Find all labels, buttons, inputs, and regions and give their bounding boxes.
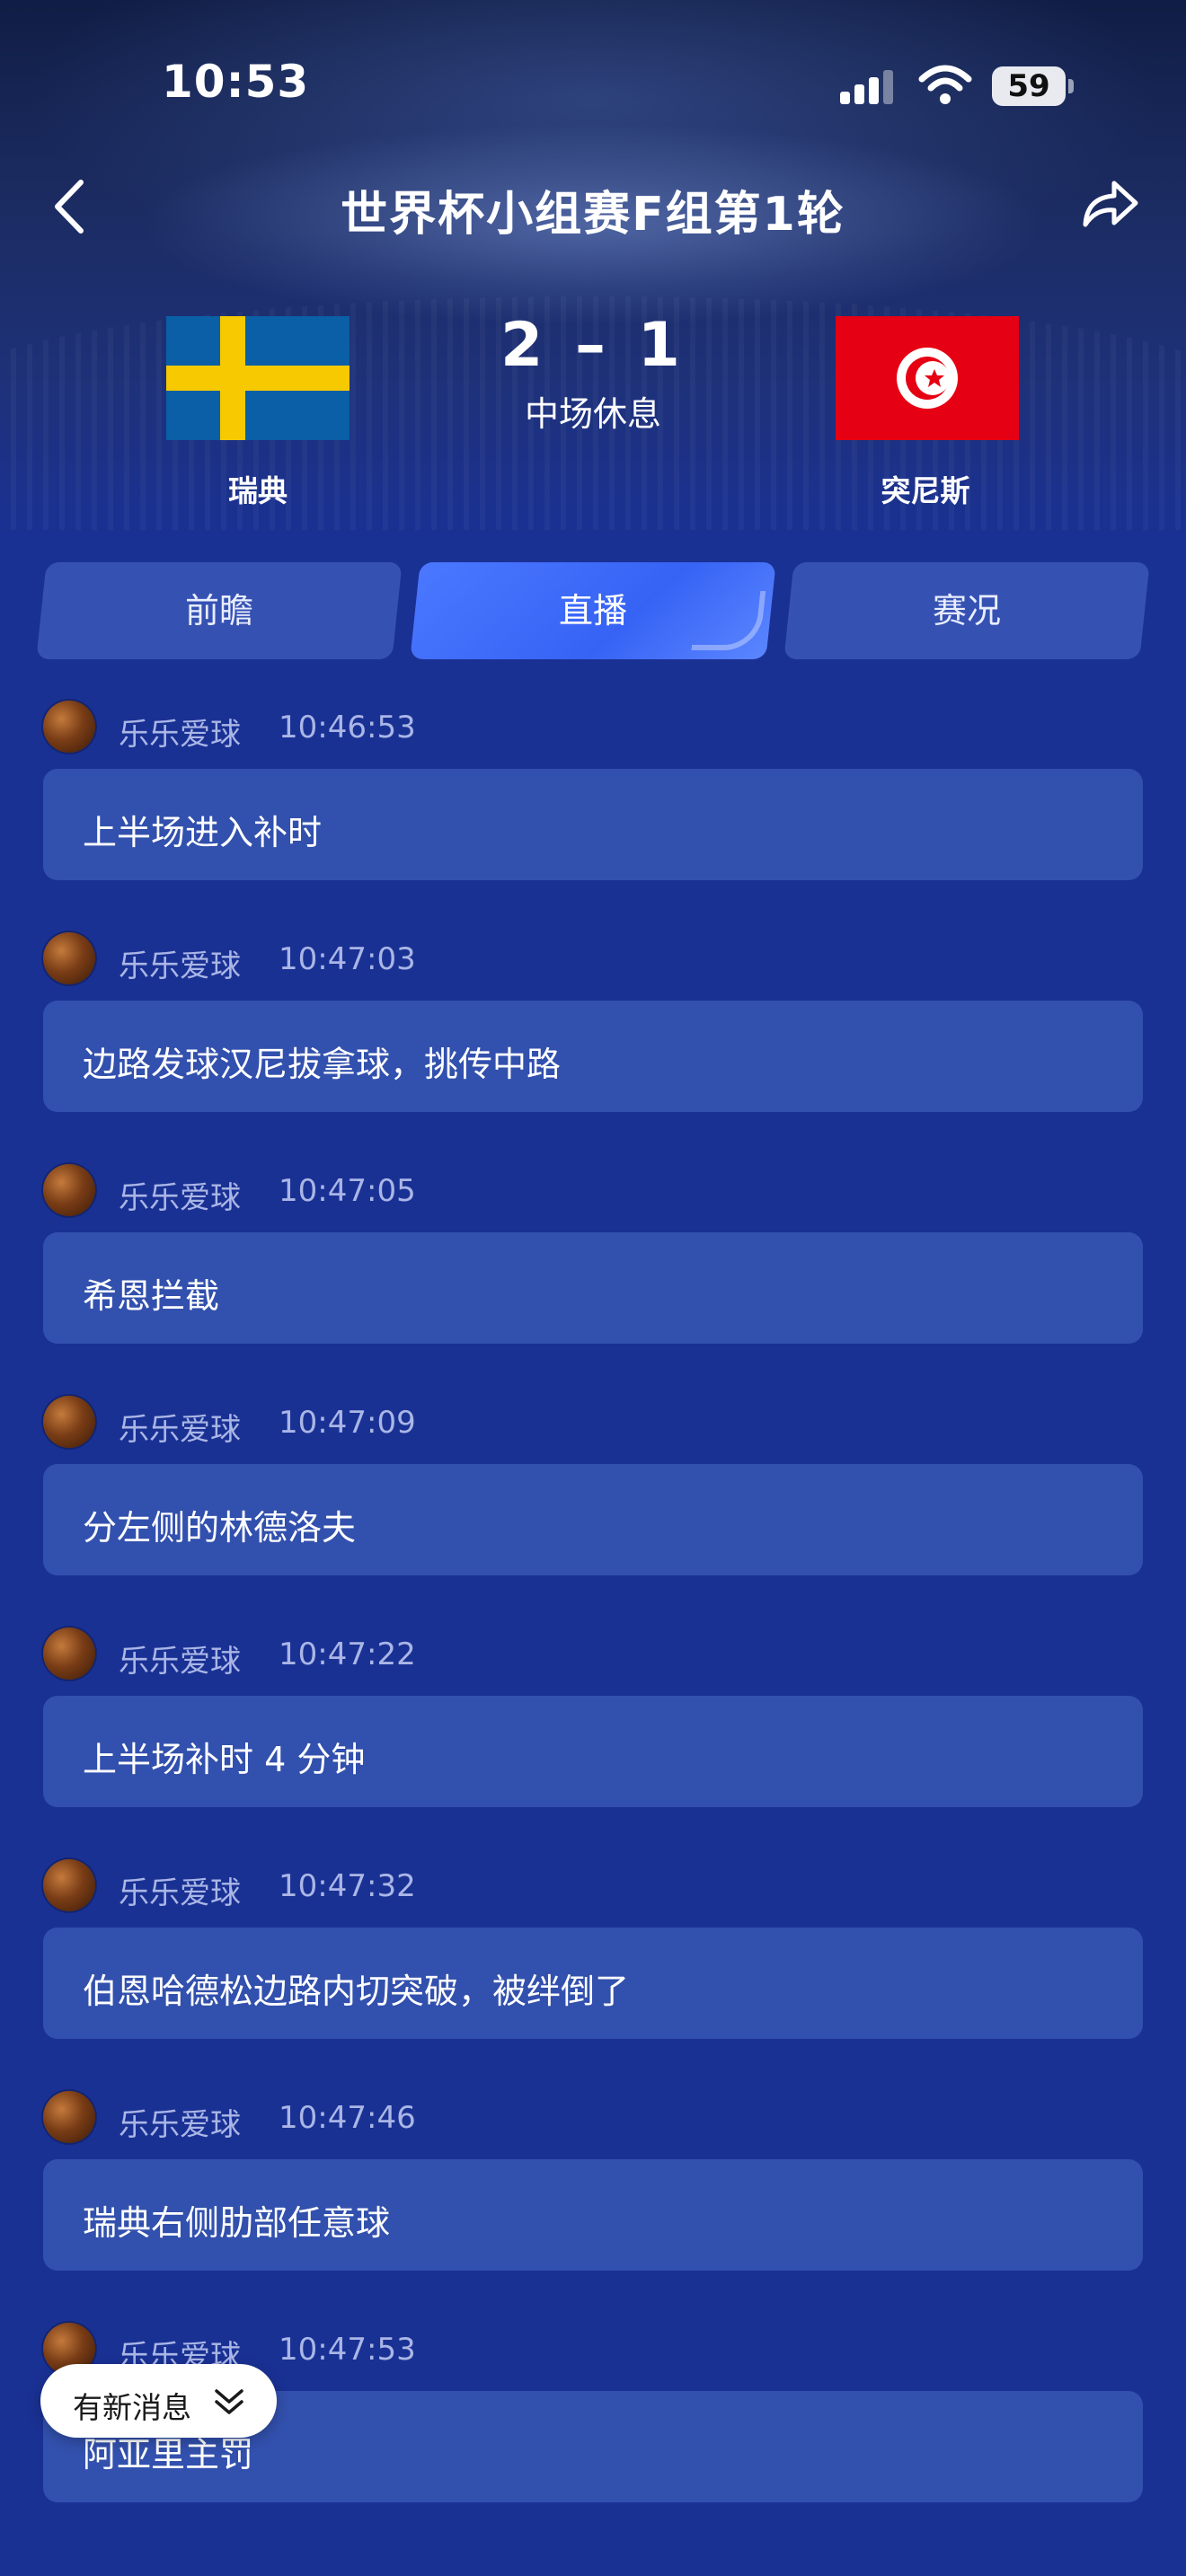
avatar[interactable] [43, 1628, 95, 1680]
message-text: 上半场进入补时 [83, 813, 323, 852]
double-chevron-down-icon [215, 2389, 243, 2414]
battery-level: 59 [992, 66, 1066, 106]
commentator-name: 乐乐爱球 [119, 717, 241, 753]
sweden-flag-icon [166, 316, 350, 440]
avatar[interactable] [43, 1164, 95, 1216]
share-icon[interactable] [1078, 172, 1141, 235]
commentator-name: 乐乐爱球 [119, 2107, 241, 2143]
avatar[interactable] [43, 2091, 95, 2143]
message-bubble: 分左侧的林德洛夫 [43, 1464, 1143, 1575]
message-time: 10:47:22 [279, 1636, 416, 1672]
wifi-icon [918, 65, 972, 104]
message-text: 瑞典右侧肋部任意球 [83, 2203, 391, 2243]
message-text: 边路发球汉尼拔拿球，挑传中路 [83, 1045, 562, 1084]
list-item: 乐乐爱球 10:47:09 分左侧的林德洛夫 [0, 1396, 1186, 1628]
new-messages-button[interactable]: 有新消息 [40, 2364, 277, 2438]
page-title: 世界杯小组赛F组第1轮 [341, 188, 845, 242]
back-icon[interactable] [47, 175, 92, 238]
list-item: 乐乐爱球 10:47:03 边路发球汉尼拔拿球，挑传中路 [0, 932, 1186, 1164]
commentator-name: 乐乐爱球 [119, 1644, 241, 1680]
message-text: 分左侧的林德洛夫 [83, 1508, 357, 1548]
message-bubble: 瑞典右侧肋部任意球 [43, 2159, 1143, 2271]
message-time: 10:47:09 [279, 1405, 416, 1441]
match-score: 2 – 1 [500, 310, 686, 381]
message-text: 希恩拦截 [83, 1276, 220, 1316]
message-bubble: 希恩拦截 [43, 1232, 1143, 1344]
avatar[interactable] [43, 1396, 95, 1448]
commentator-name: 乐乐爱球 [119, 1875, 241, 1911]
tunisia-flag-icon [836, 316, 1019, 440]
message-time: 10:47:03 [279, 941, 416, 977]
tab-live[interactable]: 直播 [410, 562, 776, 659]
message-bubble: 伯恩哈德松边路内切突破，被绊倒了 [43, 1928, 1143, 2039]
message-time: 10:47:53 [279, 2332, 416, 2368]
message-time: 10:47:05 [279, 1173, 416, 1209]
list-item: 乐乐爱球 10:47:53 阿亚里主罚 [0, 2323, 1186, 2554]
message-time: 10:47:32 [279, 1868, 416, 1904]
cellular-signal-icon [840, 68, 894, 104]
commentator-name: 乐乐爱球 [119, 1412, 241, 1448]
list-item: 乐乐爱球 10:47:46 瑞典右侧肋部任意球 [0, 2091, 1186, 2323]
avatar[interactable] [43, 1859, 95, 1911]
message-time: 10:46:53 [279, 710, 416, 745]
home-team-name: 瑞典 [228, 473, 288, 508]
message-text: 上半场补时 4 分钟 [83, 1740, 366, 1779]
tab-match-stats[interactable]: 赛况 [783, 562, 1150, 659]
commentator-name: 乐乐爱球 [119, 1180, 241, 1216]
away-team-name: 突尼斯 [881, 473, 970, 508]
message-text: 伯恩哈德松边路内切突破，被绊倒了 [83, 1972, 630, 2011]
avatar[interactable] [43, 701, 95, 753]
message-time: 10:47:46 [279, 2100, 416, 2136]
tab-preview[interactable]: 前瞻 [36, 562, 403, 659]
message-bubble: 上半场补时 4 分钟 [43, 1696, 1143, 1807]
list-item: 乐乐爱球 10:46:53 上半场进入补时 [0, 701, 1186, 932]
avatar[interactable] [43, 932, 95, 984]
battery-icon: 59 [992, 66, 1074, 106]
message-bubble: 上半场进入补时 [43, 769, 1143, 880]
match-period: 中场休息 [524, 394, 661, 434]
list-item: 乐乐爱球 10:47:05 希恩拦截 [0, 1164, 1186, 1396]
new-messages-label: 有新消息 [73, 2390, 191, 2425]
status-time: 10:53 [162, 56, 310, 108]
list-item: 乐乐爱球 10:47:22 上半场补时 4 分钟 [0, 1628, 1186, 1859]
live-commentary-feed[interactable]: 乐乐爱球 10:46:53 上半场进入补时 乐乐爱球 10:47:03 边路发球… [0, 701, 1186, 2554]
commentator-name: 乐乐爱球 [119, 948, 241, 984]
message-bubble: 边路发球汉尼拔拿球，挑传中路 [43, 1001, 1143, 1112]
list-item: 乐乐爱球 10:47:32 伯恩哈德松边路内切突破，被绊倒了 [0, 1859, 1186, 2091]
